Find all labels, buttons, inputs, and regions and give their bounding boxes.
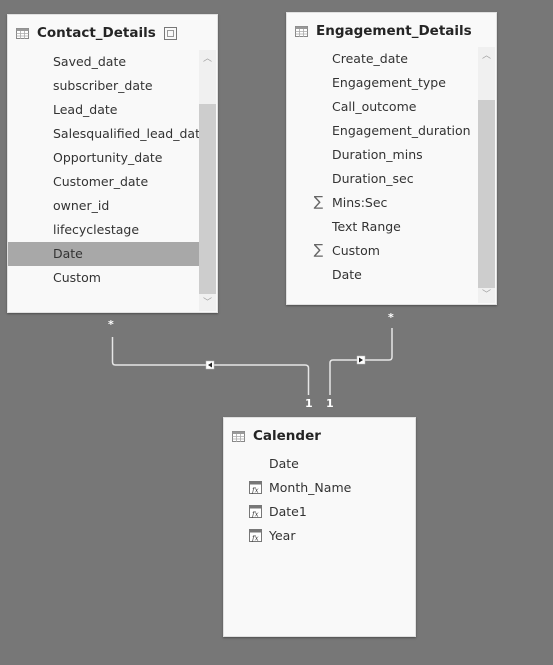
svg-text:fx: fx (251, 487, 259, 495)
field-name: Mins:Sec (332, 195, 388, 210)
field-name: Lead_date (53, 102, 118, 117)
table-icon (232, 430, 245, 442)
scroll-down-icon[interactable]: ﹀ (199, 296, 216, 310)
field-row[interactable]: fx Month_Name (224, 476, 415, 500)
field-row[interactable]: subscriber_date (8, 74, 199, 98)
field-row[interactable]: Duration_sec (287, 167, 478, 191)
field-name: Custom (332, 243, 380, 258)
field-row[interactable]: owner_id (8, 194, 199, 218)
calculated-column-icon: fx (249, 529, 262, 542)
field-row[interactable]: Lead_date (8, 98, 199, 122)
cardinality-many-engagement: * (388, 311, 394, 324)
scrollbar[interactable]: ︿ ﹀ (199, 50, 216, 311)
scroll-down-icon[interactable]: ﹀ (478, 288, 495, 302)
field-row[interactable]: Create_date (287, 47, 478, 71)
expand-icon[interactable] (163, 26, 177, 40)
field-row[interactable]: Duration_mins (287, 143, 478, 167)
field-name: Duration_sec (332, 171, 414, 186)
field-row[interactable]: Text Range (287, 215, 478, 239)
table-card-contact-details[interactable]: Contact_Details Saved_date subscriber_da… (7, 14, 218, 313)
field-row[interactable]: Salesqualified_lead_date (8, 122, 199, 146)
calculated-column-icon: fx (249, 505, 262, 518)
table-card-engagement-details[interactable]: Engagement_Details Create_date Engagemen… (286, 12, 497, 305)
field-row[interactable]: fx Year (224, 524, 415, 548)
field-name: Saved_date (53, 54, 127, 69)
field-name: Engagement_duration (332, 123, 471, 138)
cardinality-one-engagement: 1 (326, 397, 334, 410)
field-row[interactable]: Call_outcome (287, 95, 478, 119)
field-name: Date (53, 246, 83, 261)
field-name: Date1 (269, 504, 307, 519)
field-row[interactable]: Date (224, 452, 415, 476)
field-name: Date (269, 456, 299, 471)
field-name: Create_date (332, 51, 408, 66)
field-name: Custom (53, 270, 101, 285)
sigma-icon: ∑ (313, 194, 324, 210)
cardinality-many-contact: * (108, 318, 114, 331)
field-name: Salesqualified_lead_date (53, 126, 199, 141)
field-name: Opportunity_date (53, 150, 163, 165)
table-title: Contact_Details (37, 25, 156, 41)
table-title: Engagement_Details (316, 23, 472, 39)
field-name: subscriber_date (53, 78, 153, 93)
table-title: Calender (253, 428, 321, 444)
table-card-calender[interactable]: Calender Date fx Month_Name fx Date1 fx … (223, 417, 416, 637)
field-row[interactable]: fx Date1 (224, 500, 415, 524)
svg-text:fx: fx (251, 535, 259, 543)
field-name: Duration_mins (332, 147, 423, 162)
field-row[interactable]: Custom (8, 266, 199, 290)
field-row[interactable]: Date (287, 263, 478, 287)
table-header[interactable]: Engagement_Details (295, 23, 472, 39)
field-name: lifecyclestage (53, 222, 140, 237)
field-name: owner_id (53, 198, 110, 213)
table-header[interactable]: Calender (232, 428, 321, 444)
field-name: Engagement_type (332, 75, 446, 90)
field-row[interactable]: ∑ Mins:Sec (287, 191, 478, 215)
calculated-column-icon: fx (249, 481, 262, 494)
field-row[interactable]: Saved_date (8, 50, 199, 74)
field-name: Call_outcome (332, 99, 417, 114)
table-icon (295, 25, 308, 37)
scroll-thumb[interactable] (199, 104, 216, 294)
field-name: Text Range (332, 219, 401, 234)
field-row-selected[interactable]: Date (8, 242, 199, 266)
field-row[interactable]: Customer_date (8, 170, 199, 194)
table-header[interactable]: Contact_Details (16, 25, 177, 41)
sigma-icon: ∑ (313, 242, 324, 258)
field-row[interactable]: ∑ Custom (287, 239, 478, 263)
cardinality-one-contact: 1 (305, 397, 313, 410)
field-name: Date (332, 267, 362, 282)
field-name: Year (269, 528, 296, 543)
field-name: Customer_date (53, 174, 149, 189)
field-name: Month_Name (269, 480, 352, 495)
field-row[interactable]: lifecyclestage (8, 218, 199, 242)
scroll-up-icon[interactable]: ︿ (478, 49, 495, 63)
table-icon (16, 27, 29, 39)
scrollbar[interactable]: ︿ ﹀ (478, 47, 495, 303)
field-row[interactable]: Opportunity_date (8, 146, 199, 170)
field-row[interactable]: Engagement_duration (287, 119, 478, 143)
scroll-up-icon[interactable]: ︿ (199, 52, 216, 66)
scroll-thumb[interactable] (478, 100, 495, 288)
svg-text:fx: fx (251, 511, 259, 519)
field-row[interactable]: Engagement_type (287, 71, 478, 95)
